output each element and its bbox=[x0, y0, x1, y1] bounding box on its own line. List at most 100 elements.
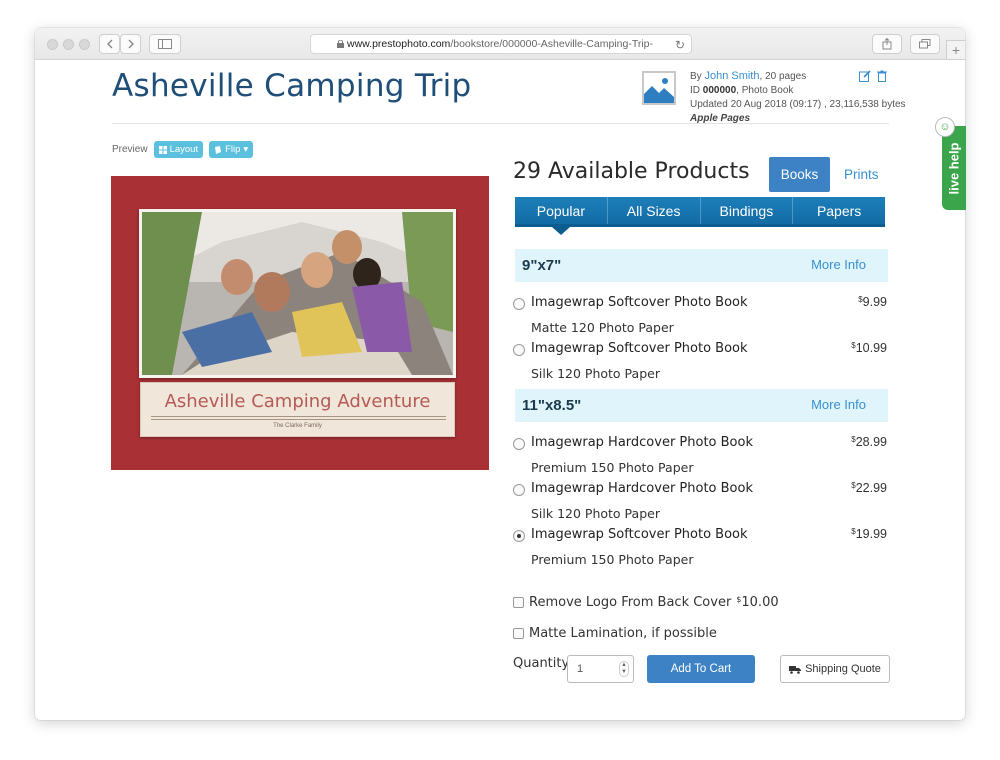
tabs-overview-button[interactable] bbox=[910, 34, 940, 54]
header-divider bbox=[112, 123, 889, 124]
page-title: Asheville Camping Trip bbox=[112, 68, 472, 104]
sidebar-icon bbox=[158, 39, 172, 49]
url-path: /bookstore/000000-Asheville-Camping-Trip… bbox=[450, 38, 654, 50]
preview-label: Preview bbox=[112, 144, 148, 155]
product-radio-checked[interactable] bbox=[513, 530, 525, 542]
product-option[interactable]: Imagewrap Hardcover Photo Book $22.99 Si… bbox=[513, 479, 889, 525]
edit-icon[interactable] bbox=[859, 70, 871, 82]
preview-controls: Preview Layout Flip ▾ bbox=[112, 141, 254, 158]
chevron-right-icon bbox=[128, 39, 134, 49]
books-button[interactable]: Books bbox=[769, 157, 830, 192]
live-help-label-wrap[interactable]: live help bbox=[942, 126, 966, 210]
product-name: Imagewrap Hardcover Photo Book bbox=[531, 435, 753, 450]
lock-icon bbox=[337, 40, 344, 48]
cover-photo bbox=[142, 212, 453, 375]
truck-icon bbox=[789, 665, 802, 674]
tab-bindings[interactable]: Bindings bbox=[701, 197, 794, 224]
product-radio[interactable] bbox=[513, 298, 525, 310]
smiley-icon[interactable]: ☺ bbox=[935, 117, 955, 137]
close-window-button[interactable] bbox=[47, 39, 58, 50]
book-icon bbox=[215, 145, 222, 154]
tabs-icon bbox=[919, 39, 931, 49]
cover-label: Asheville Camping Adventure The Clarke F… bbox=[140, 382, 455, 437]
product-paper: Silk 120 Photo Paper bbox=[531, 366, 660, 381]
new-tab-button[interactable]: + bbox=[946, 40, 965, 60]
remove-logo-price: $10.00 bbox=[736, 595, 778, 610]
grid-icon bbox=[158, 145, 167, 154]
size-name: 11"x8.5" bbox=[522, 397, 582, 414]
matte-lamination-option[interactable]: Matte Lamination, if possible bbox=[513, 626, 717, 641]
remove-logo-checkbox[interactable] bbox=[513, 597, 524, 608]
product-name: Imagewrap Hardcover Photo Book bbox=[531, 481, 753, 496]
url-host: www.prestophoto.com bbox=[347, 38, 451, 50]
product-paper: Silk 120 Photo Paper bbox=[531, 506, 660, 521]
matte-lamination-checkbox[interactable] bbox=[513, 628, 524, 639]
trash-icon[interactable] bbox=[877, 70, 887, 82]
available-products-heading: 29 Available Products bbox=[513, 159, 750, 184]
book-cover-preview[interactable]: Asheville Camping Adventure The Clarke F… bbox=[111, 176, 489, 470]
product-option[interactable]: Imagewrap Hardcover Photo Book $28.99 Pr… bbox=[513, 433, 889, 479]
product-price: $10.99 bbox=[851, 341, 887, 355]
sidebar-toggle-button[interactable] bbox=[149, 34, 181, 54]
shipping-quote-label: Shipping Quote bbox=[805, 663, 881, 675]
product-option-selected[interactable]: Imagewrap Softcover Photo Book $19.99 Pr… bbox=[513, 525, 889, 571]
minimize-window-button[interactable] bbox=[63, 39, 74, 50]
cover-divider-bottom bbox=[151, 419, 446, 420]
more-info-link[interactable]: More Info bbox=[811, 397, 866, 412]
forward-button[interactable] bbox=[120, 34, 141, 54]
stepper-arrows-icon[interactable]: ▲ ▼ bbox=[619, 661, 629, 677]
shipping-quote-button[interactable]: Shipping Quote bbox=[780, 655, 890, 683]
prints-link[interactable]: Prints bbox=[844, 167, 879, 182]
tab-all-sizes[interactable]: All Sizes bbox=[608, 197, 701, 224]
quantity-label: Quantity bbox=[513, 656, 570, 671]
product-name: Imagewrap Softcover Photo Book bbox=[531, 295, 748, 310]
chevron-left-icon bbox=[106, 39, 112, 49]
price-value: 19.99 bbox=[855, 527, 887, 541]
product-paper: Premium 150 Photo Paper bbox=[531, 552, 694, 567]
live-help-label: live help bbox=[946, 141, 962, 195]
more-info-link[interactable]: More Info bbox=[811, 257, 866, 272]
product-radio[interactable] bbox=[513, 438, 525, 450]
product-option[interactable]: Imagewrap Softcover Photo Book $9.99 Mat… bbox=[513, 293, 889, 339]
layout-button[interactable]: Layout bbox=[153, 141, 204, 158]
id-value: 000000 bbox=[702, 85, 737, 96]
product-price: $22.99 bbox=[851, 481, 887, 495]
flip-button[interactable]: Flip ▾ bbox=[209, 141, 254, 158]
author-link[interactable]: John Smith bbox=[704, 70, 759, 82]
price-value: 22.99 bbox=[855, 481, 887, 495]
browser-toolbar: www.prestophoto.com/bookstore/000000-Ash… bbox=[35, 28, 965, 60]
remove-logo-label: Remove Logo From Back Cover bbox=[529, 595, 732, 610]
address-bar[interactable]: www.prestophoto.com/bookstore/000000-Ash… bbox=[310, 34, 692, 54]
product-tabs: Popular All Sizes Bindings Papers bbox=[515, 197, 885, 235]
product-option[interactable]: Imagewrap Softcover Photo Book $10.99 Si… bbox=[513, 339, 889, 385]
size-header-9x7: 9"x7" More Info bbox=[515, 249, 888, 282]
product-price: $19.99 bbox=[851, 527, 887, 541]
price-value: 9.99 bbox=[862, 295, 887, 309]
reload-icon[interactable]: ↻ bbox=[675, 38, 685, 52]
id-label: ID bbox=[690, 85, 700, 96]
cover-title: Asheville Camping Adventure bbox=[164, 391, 431, 412]
quantity-stepper[interactable]: 1 ▲ ▼ bbox=[567, 655, 634, 683]
product-radio[interactable] bbox=[513, 484, 525, 496]
quantity-value: 1 bbox=[577, 663, 584, 675]
book-thumbnail[interactable] bbox=[642, 71, 676, 105]
tab-papers[interactable]: Papers bbox=[793, 197, 885, 224]
price-value: 10.00 bbox=[741, 595, 779, 610]
product-name: Imagewrap Softcover Photo Book bbox=[531, 341, 748, 356]
price-value: 28.99 bbox=[855, 435, 887, 449]
remove-logo-option[interactable]: Remove Logo From Back Cover $10.00 bbox=[513, 595, 779, 610]
cover-subtitle: The Clarke Family bbox=[273, 423, 322, 429]
by-label: By bbox=[690, 71, 702, 82]
page-count: , 20 pages bbox=[759, 71, 807, 82]
product-price: $28.99 bbox=[851, 435, 887, 449]
cover-photo-frame bbox=[139, 209, 456, 378]
zoom-window-button[interactable] bbox=[79, 39, 90, 50]
flip-button-label: Flip bbox=[225, 144, 241, 155]
product-radio[interactable] bbox=[513, 344, 525, 356]
tab-popular[interactable]: Popular bbox=[515, 197, 608, 235]
share-button[interactable] bbox=[872, 34, 902, 54]
back-button[interactable] bbox=[99, 34, 120, 54]
image-placeholder-icon bbox=[644, 73, 674, 103]
layout-button-label: Layout bbox=[169, 144, 199, 155]
add-to-cart-button[interactable]: Add To Cart bbox=[647, 655, 755, 683]
